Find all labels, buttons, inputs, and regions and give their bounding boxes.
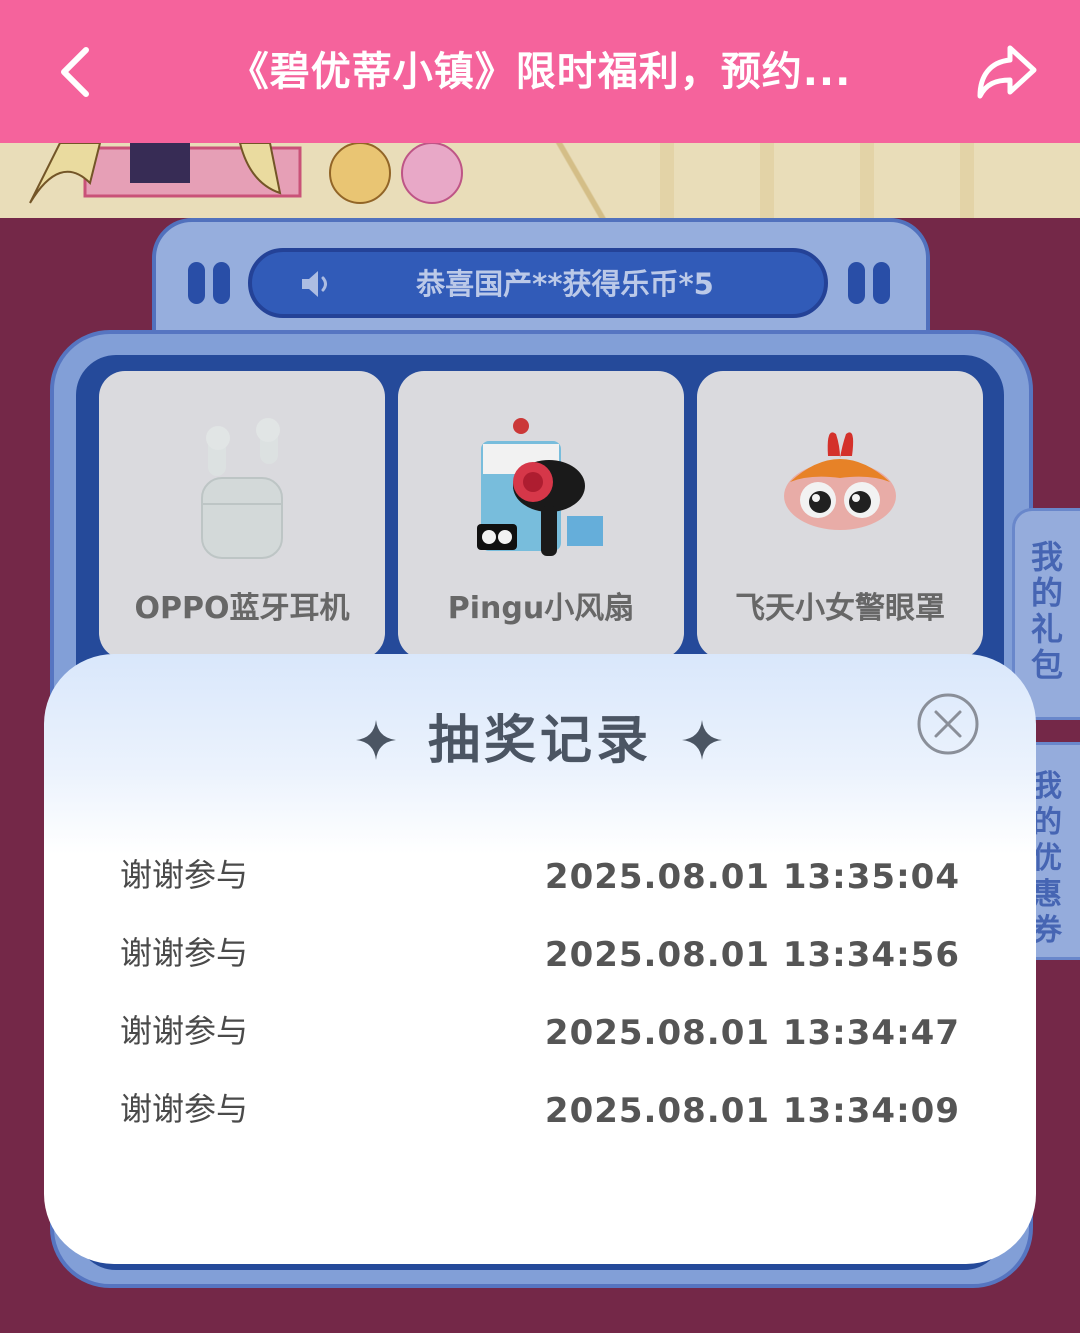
- record-result: 谢谢参与: [120, 1090, 249, 1128]
- record-row: 谢谢参与 2025.08.01 13:34:47: [44, 1006, 1036, 1056]
- share-arrow-icon[interactable]: [974, 40, 1040, 104]
- record-result: 谢谢参与: [120, 856, 249, 894]
- record-row: 谢谢参与 2025.08.01 13:34:56: [44, 928, 1036, 978]
- record-row: 谢谢参与 2025.08.01 13:34:09: [44, 1084, 1036, 1134]
- modal-title: 抽奖记录: [427, 711, 652, 771]
- record-row: 谢谢参与 2025.08.01 13:35:04: [44, 850, 1036, 900]
- record-time: 2025.08.01 13:34:56: [544, 935, 960, 975]
- record-time: 2025.08.01 13:35:04: [544, 857, 960, 897]
- draw-history-modal: 抽奖记录 谢谢参与 2025.08.01 13:35:04 谢谢参与 2025.…: [44, 654, 1036, 1264]
- close-circle-icon[interactable]: [916, 692, 980, 756]
- top-nav-bar: 《碧优蒂小镇》限时福利，预约...: [0, 0, 1080, 143]
- record-result: 谢谢参与: [120, 1012, 249, 1050]
- record-time: 2025.08.01 13:34:47: [544, 1013, 960, 1053]
- record-result: 谢谢参与: [120, 934, 249, 972]
- chevron-left-icon[interactable]: [52, 44, 104, 100]
- page-title: 《碧优蒂小镇》限时福利，预约...: [228, 49, 852, 95]
- record-time: 2025.08.01 13:34:09: [544, 1091, 960, 1131]
- sparkle-icon: [680, 718, 724, 762]
